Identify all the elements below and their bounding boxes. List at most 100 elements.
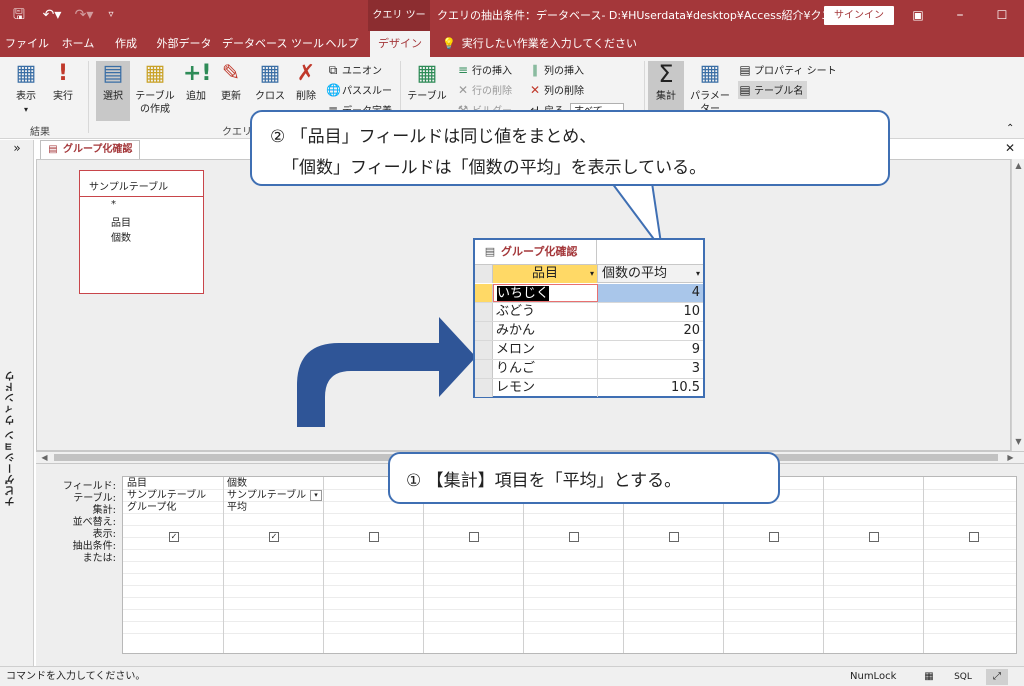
col2-field[interactable]: 個数 bbox=[227, 478, 247, 490]
tab-file[interactable]: ファイル bbox=[4, 31, 50, 57]
dropdown-icon[interactable]: ▾ bbox=[696, 265, 700, 283]
cell-avg[interactable]: 10 bbox=[598, 303, 703, 321]
row-selector[interactable] bbox=[475, 322, 493, 340]
update-button[interactable]: ✎ 更新 bbox=[214, 61, 248, 121]
delete-columns-button[interactable]: ✕ 列の削除 bbox=[528, 81, 584, 99]
ribbon-display-icon[interactable]: ▣ bbox=[896, 0, 940, 31]
table-names-button[interactable]: ▤ テーブル名 bbox=[738, 81, 808, 99]
big-arrow-icon bbox=[297, 317, 476, 427]
select-all-corner[interactable] bbox=[475, 265, 493, 283]
scroll-up-icon[interactable]: ▲ bbox=[1012, 159, 1024, 173]
signin-button[interactable]: サインイン bbox=[824, 6, 894, 25]
tab-database-tools[interactable]: データベース ツール bbox=[222, 31, 324, 57]
scroll-down-icon[interactable]: ▼ bbox=[1012, 435, 1024, 449]
insert-rows-button[interactable]: ≡ 行の挿入 bbox=[456, 61, 512, 79]
datasheet-result[interactable]: ▤ グループ化確認 品目 ▾ 個数の平均 ▾ いちじく 4 ぶどう 10 みかん 20… bbox=[473, 238, 705, 398]
union-button[interactable]: ⧉ ユニオン bbox=[326, 61, 382, 79]
table-row[interactable]: りんご 3 bbox=[475, 360, 703, 379]
redo-icon[interactable]: ↷▾ bbox=[72, 6, 96, 24]
col9-show-checkbox[interactable] bbox=[969, 532, 979, 542]
col5-show-checkbox[interactable] bbox=[569, 532, 579, 542]
col3-show-checkbox[interactable] bbox=[369, 532, 379, 542]
cell-avg[interactable]: 20 bbox=[598, 322, 703, 340]
insert-columns-button[interactable]: ∥ 列の挿入 bbox=[528, 61, 584, 79]
table-row[interactable]: メロン 9 bbox=[475, 341, 703, 360]
col1-show-checkbox[interactable]: ✓ bbox=[169, 532, 179, 542]
cell-avg[interactable]: 10.5 bbox=[598, 379, 703, 397]
cell-avg[interactable]: 9 bbox=[598, 341, 703, 359]
datasheet-view-icon[interactable]: ▦ bbox=[918, 669, 940, 685]
cell-avg[interactable]: 3 bbox=[598, 360, 703, 378]
append-button[interactable]: +! 追加 bbox=[180, 61, 212, 121]
tab-create[interactable]: 作成 bbox=[106, 31, 146, 57]
datasheet-tab[interactable]: ▤ グループ化確認 bbox=[475, 240, 597, 264]
sql-view-button[interactable]: SQL bbox=[952, 669, 974, 685]
tab-design[interactable]: デザイン bbox=[370, 31, 430, 57]
cell-item[interactable]: いちじく bbox=[493, 284, 598, 302]
table-row[interactable]: みかん 20 bbox=[475, 322, 703, 341]
table-field-list[interactable]: サンプルテーブル * 品目 個数 bbox=[79, 170, 204, 294]
collapse-ribbon-icon[interactable]: ⌃ bbox=[1006, 123, 1014, 134]
tab-home[interactable]: ホーム bbox=[56, 31, 100, 57]
close-document-icon[interactable]: ✕ bbox=[1003, 140, 1017, 156]
cell-item[interactable]: レモン bbox=[493, 379, 598, 397]
table-row[interactable]: いちじく 4 bbox=[475, 284, 703, 303]
field-item[interactable]: 品目 bbox=[111, 214, 131, 229]
row-selector[interactable] bbox=[475, 341, 493, 359]
passthrough-button[interactable]: 🌐パススルー bbox=[326, 81, 392, 99]
vertical-scrollbar[interactable]: ▲ ▼ bbox=[1011, 159, 1024, 451]
table-row[interactable]: ぶどう 10 bbox=[475, 303, 703, 322]
col1-field[interactable]: 品目 bbox=[127, 478, 147, 490]
col1-total[interactable]: グループ化 bbox=[127, 502, 176, 514]
cell-item[interactable]: りんご bbox=[493, 360, 598, 378]
tab-external-data[interactable]: 外部データ bbox=[152, 31, 216, 57]
view-button[interactable]: ▦ 表示 ▾ bbox=[8, 61, 44, 121]
field-list-title: サンプルテーブル bbox=[89, 182, 169, 193]
column-header-avg[interactable]: 個数の平均 ▾ bbox=[598, 265, 703, 283]
col2-total[interactable]: 平均 bbox=[227, 502, 247, 514]
field-count[interactable]: 個数 bbox=[111, 229, 131, 244]
col2-table[interactable]: サンプルテーブル bbox=[227, 490, 306, 502]
col8-show-checkbox[interactable] bbox=[869, 532, 879, 542]
tab-help[interactable]: ヘルプ bbox=[320, 31, 364, 57]
table-row[interactable]: レモン 10.5 bbox=[475, 379, 703, 398]
col6-show-checkbox[interactable] bbox=[669, 532, 679, 542]
navigation-pane[interactable]: » ナビゲーション ウィンドウ bbox=[0, 140, 34, 666]
restore-icon[interactable]: ☐ bbox=[980, 0, 1024, 31]
scroll-left-icon[interactable]: ◀ bbox=[38, 451, 51, 465]
scroll-right-icon[interactable]: ▶ bbox=[1004, 451, 1017, 465]
select-query-icon: ▤ bbox=[102, 61, 124, 86]
property-sheet-button[interactable]: ▤ プロパティ シート bbox=[738, 61, 836, 79]
exclamation-icon: ! bbox=[57, 61, 69, 86]
dropdown-icon[interactable]: ▾ bbox=[590, 265, 594, 283]
col4-show-checkbox[interactable] bbox=[469, 532, 479, 542]
save-icon[interactable]: 🖫 bbox=[10, 6, 28, 24]
expand-nav-icon[interactable]: » bbox=[0, 140, 34, 156]
minimize-icon[interactable]: – bbox=[938, 0, 982, 31]
col7-show-checkbox[interactable] bbox=[769, 532, 779, 542]
col1-table[interactable]: サンプルテーブル bbox=[127, 490, 206, 502]
cell-item[interactable]: ぶどう bbox=[493, 303, 598, 321]
row-selector[interactable] bbox=[475, 284, 493, 302]
delete-rows-button[interactable]: ✕ 行の削除 bbox=[456, 81, 512, 99]
col2-table-dropdown-icon[interactable]: ▾ bbox=[310, 490, 322, 501]
col2-show-checkbox[interactable]: ✓ bbox=[269, 532, 279, 542]
field-all[interactable]: * bbox=[111, 199, 116, 210]
document-tab[interactable]: ▤ グループ化確認 bbox=[40, 140, 140, 159]
row-selector[interactable] bbox=[475, 379, 493, 397]
select-query-button[interactable]: ▤ 選択 bbox=[96, 61, 130, 121]
run-button[interactable]: ! 実行 bbox=[46, 61, 80, 121]
row-selector[interactable] bbox=[475, 360, 493, 378]
cell-item[interactable]: メロン bbox=[493, 341, 598, 359]
column-header-item[interactable]: 品目 ▾ bbox=[493, 265, 598, 283]
tell-me-box[interactable]: 💡 実行したい作業を入力してください bbox=[442, 31, 637, 57]
tell-me-text: 実行したい作業を入力してください bbox=[461, 37, 638, 50]
cell-item[interactable]: みかん bbox=[493, 322, 598, 340]
cell-avg[interactable]: 4 bbox=[598, 284, 703, 302]
design-view-icon[interactable]: ⤢ bbox=[986, 669, 1008, 685]
contextual-tab-group: クエリ ツール bbox=[368, 0, 430, 52]
make-table-button[interactable]: ▦ テーブルの作成 bbox=[132, 61, 178, 121]
row-selector[interactable] bbox=[475, 303, 493, 321]
undo-icon[interactable]: ↶▾ bbox=[40, 6, 64, 24]
customize-qat-icon[interactable]: ▿ bbox=[104, 6, 118, 24]
